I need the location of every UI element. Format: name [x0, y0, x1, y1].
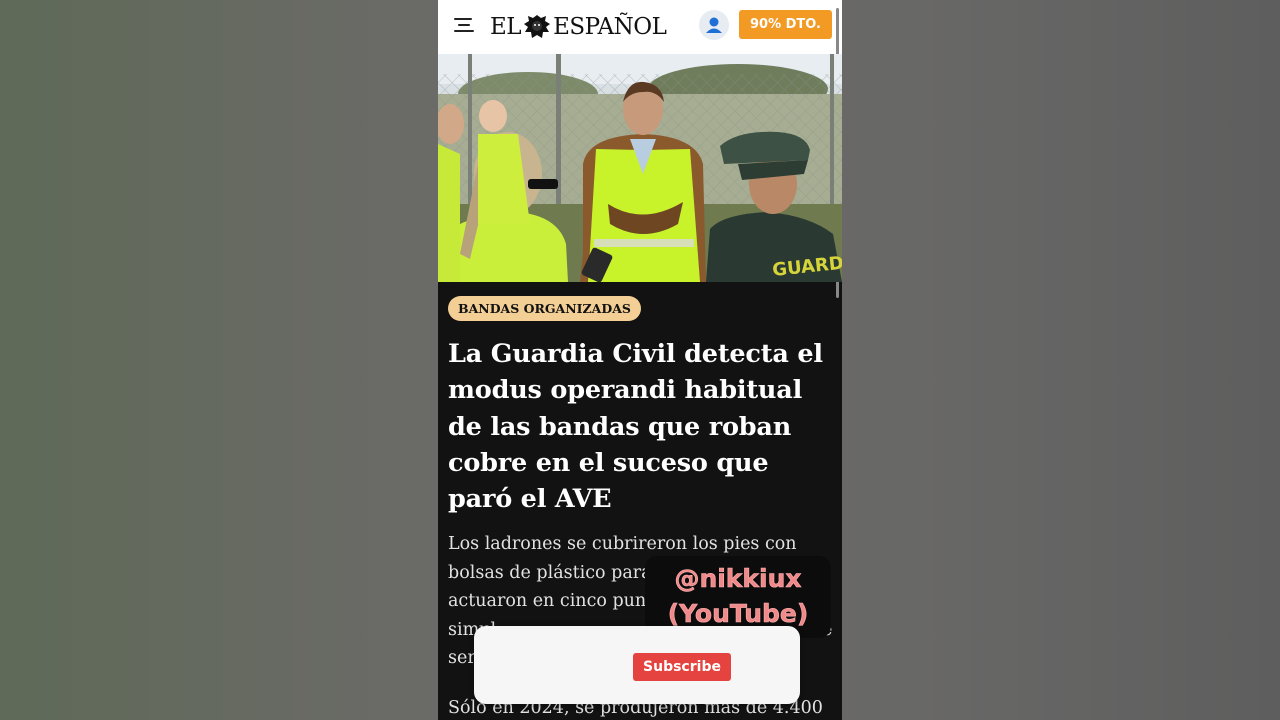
section-tag[interactable]: BANDAS ORGANIZADAS — [448, 296, 641, 321]
phone-screen: EL ESPAÑOL 90% DTO. GUARDIA BANDAS ORGAN… — [438, 0, 842, 720]
logo-text-el: EL — [490, 14, 522, 40]
hero-photo[interactable]: GUARDIA — [438, 54, 842, 282]
site-logo[interactable]: EL ESPAÑOL — [490, 12, 667, 42]
site-header: EL ESPAÑOL 90% DTO. — [438, 0, 842, 54]
menu-icon[interactable] — [454, 16, 476, 34]
subscription-promo-button[interactable]: 90% DTO. — [739, 10, 832, 39]
lede-line: Los ladrones se cubrireron los pies con — [448, 534, 797, 554]
logo-text-espanol: ESPAÑOL — [553, 14, 667, 40]
subscribe-card: Subscribe — [474, 626, 800, 704]
article-headline: La Guardia Civil detecta el modus operan… — [448, 339, 823, 515]
watermark-handle: @nikkiux — [674, 564, 802, 594]
subscribe-button[interactable]: Subscribe — [633, 653, 731, 681]
lion-logo-icon — [522, 13, 552, 41]
user-icon[interactable] — [699, 10, 729, 40]
